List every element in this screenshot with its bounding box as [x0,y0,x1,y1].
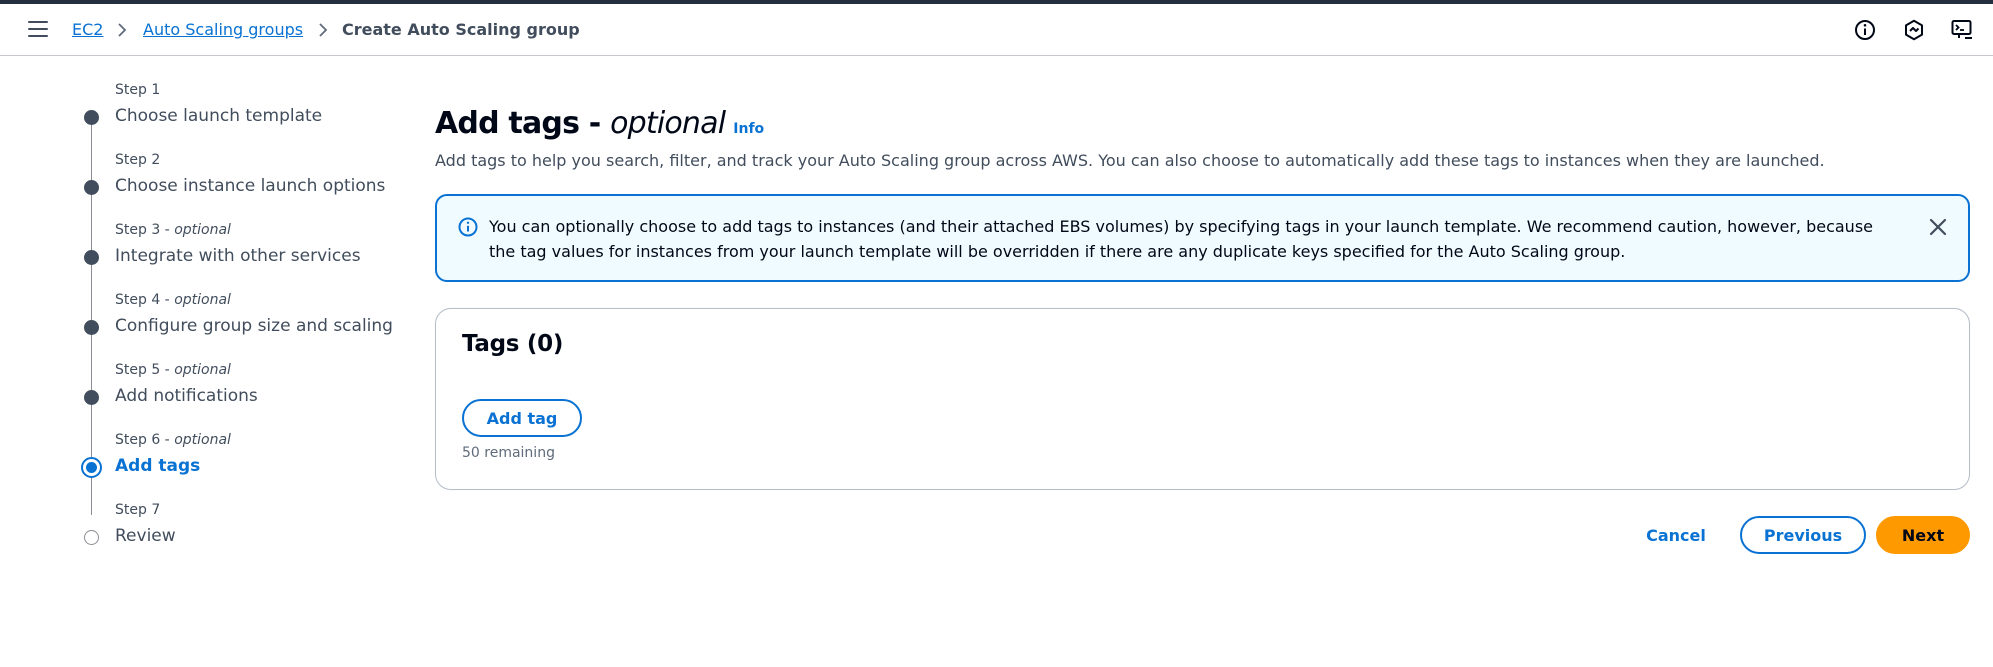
breadcrumb-current: Create Auto Scaling group [342,20,580,39]
alert-message: You can optionally choose to add tags to… [489,217,1873,261]
step-complete-dot [84,110,99,125]
tags-heading: Tags (0) [462,331,564,357]
page-description: Add tags to help you search, filter, and… [435,151,1825,170]
top-navigation-bar: EC2 Auto Scaling groups Create Auto Scal… [0,4,1993,56]
tags-container: Tags (0) Add tag 50 remaining [435,308,1970,490]
add-tag-button[interactable]: Add tag [462,399,582,437]
step-number: Step 3 - optional [115,222,231,238]
step-number: Step 4 - optional [115,292,231,308]
info-circle-icon[interactable] [1853,18,1877,42]
step-number: Step 6 - optional [115,432,231,448]
breadcrumb-auto-scaling-groups[interactable]: Auto Scaling groups [143,20,303,40]
step-link-configure-group-size[interactable]: Configure group size and scaling [115,316,393,336]
page-header: Add tags - optional Info [435,106,764,146]
wizard-step-1: Step 1 Choose launch template [70,72,390,126]
settings-hexagon-icon[interactable] [1902,18,1926,42]
step-current-dot [81,457,102,478]
step-link-choose-instance-launch-options[interactable]: Choose instance launch options [115,176,385,196]
step-current-add-tags: Add tags [115,456,201,476]
close-icon[interactable] [1927,216,1949,238]
wizard-step-3: Step 3 - optional Integrate with other s… [70,212,390,266]
wizard-step-4: Step 4 - optional Configure group size a… [70,282,393,336]
step-link-add-notifications[interactable]: Add notifications [115,386,258,406]
breadcrumb-ec2[interactable]: EC2 [72,20,103,40]
step-number: Step 2 [115,152,161,168]
step-number: Step 1 [115,82,161,98]
cancel-button[interactable]: Cancel [1636,516,1716,554]
step-link-choose-launch-template[interactable]: Choose launch template [115,106,322,126]
wizard-step-2: Step 2 Choose instance launch options [70,142,390,196]
info-link[interactable]: Info [733,121,764,137]
menu-icon[interactable] [28,21,48,39]
cloudshell-icon[interactable] [1950,18,1974,42]
previous-button[interactable]: Previous [1740,516,1866,554]
step-pending-dot [84,530,99,545]
step-number: Step 5 - optional [115,362,231,378]
next-button[interactable]: Next [1876,516,1970,554]
tags-remaining-count: 50 remaining [462,445,555,461]
chevron-right-icon [118,23,127,37]
info-circle-icon [458,217,478,237]
step-review: Review [115,526,176,546]
page-title-optional: optional [610,106,726,141]
step-link-integrate-other-services[interactable]: Integrate with other services [115,246,361,266]
step-complete-dot [84,180,99,195]
chevron-right-icon [319,23,328,37]
wizard-step-7: Step 7 Review [70,492,390,546]
step-complete-dot [84,250,99,265]
step-complete-dot [84,390,99,405]
page-title: Add tags - [435,106,611,141]
info-alert: You can optionally choose to add tags to… [435,194,1970,282]
step-number: Step 7 [115,502,161,518]
step-complete-dot [84,320,99,335]
wizard-step-6: Step 6 - optional Add tags [70,422,390,478]
wizard-step-5: Step 5 - optional Add notifications [70,352,390,406]
wizard-navigation: Step 1 Choose launch template Step 2 Cho… [70,82,393,572]
